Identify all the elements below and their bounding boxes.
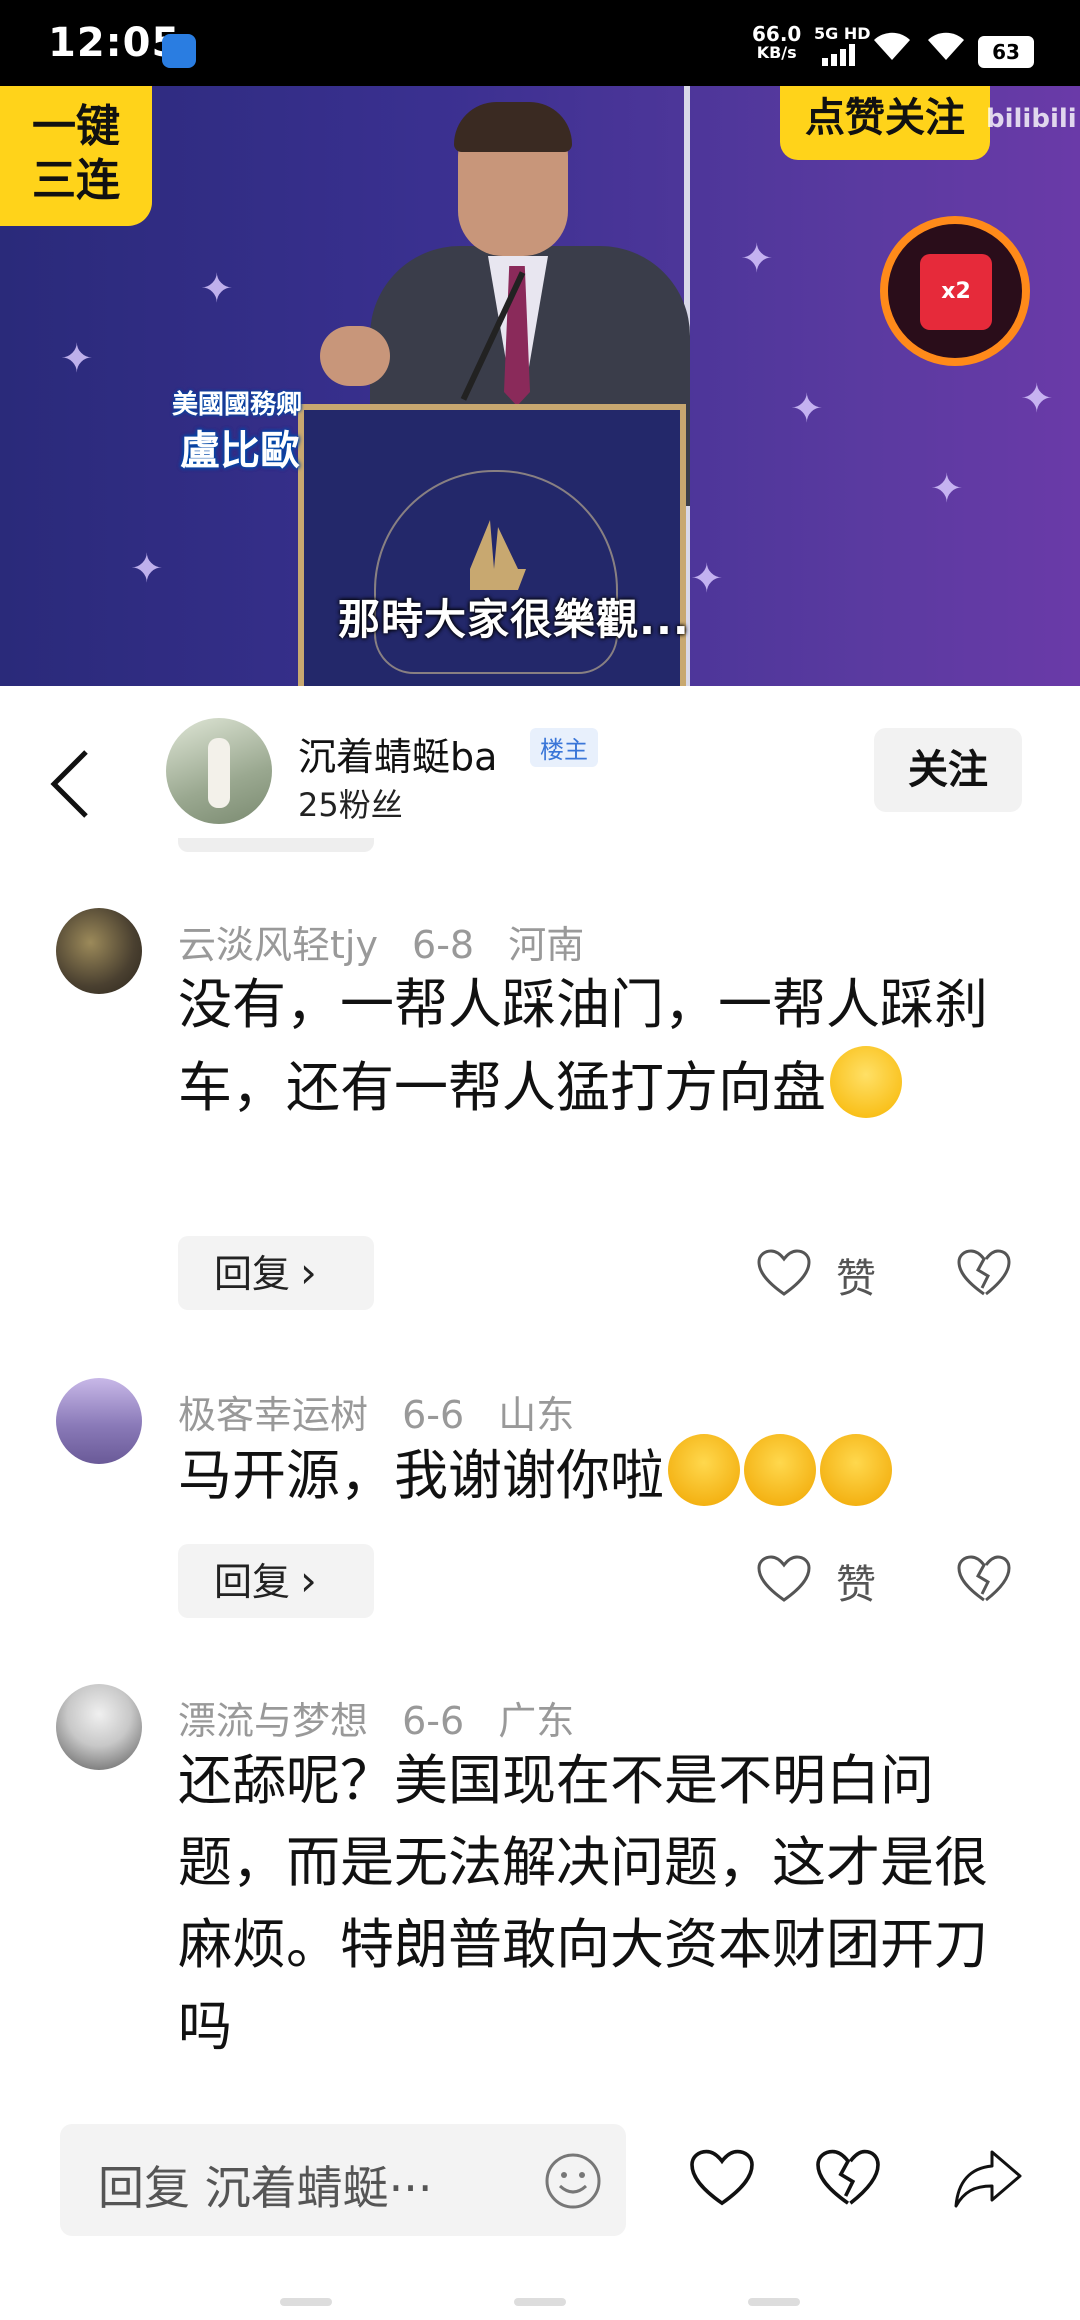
commenter-avatar[interactable] <box>56 1684 142 1770</box>
nav-hint <box>748 2298 800 2306</box>
crying-emoji-icon <box>668 1434 740 1506</box>
status-bar: 12:05 66.0 KB/s 5G HD 63 <box>0 0 1080 86</box>
commenter-avatar[interactable] <box>56 1378 142 1464</box>
network-speed-value: 66.0 <box>752 22 802 46</box>
wifi-icon <box>874 32 910 60</box>
grin-emoji-icon <box>830 1046 902 1118</box>
emoji-picker-icon[interactable] <box>544 2152 602 2210</box>
bilibili-watermark: bilibili <box>986 104 1077 134</box>
comment-panel: 沉着蜻蜓ba 楼主 25粉丝 关注 云淡风轻tjy 6-8 河南 没有，一帮人踩… <box>0 688 1080 2320</box>
sparkle-decoration: ✦ <box>130 546 164 592</box>
speaker-hair <box>454 102 572 152</box>
follow-button[interactable]: 关注 <box>874 728 1022 812</box>
commenter-name[interactable]: 漂流与梦想 <box>178 1699 368 1743</box>
comment-meta: 漂流与梦想 6-6 广东 <box>178 1690 574 1745</box>
red-packet-button[interactable]: x2 <box>880 216 1030 366</box>
comment-text: 马开源，我谢谢你啦 <box>178 1434 1018 1517</box>
scroll-edge <box>178 838 374 852</box>
like-heart-icon[interactable] <box>756 1248 812 1298</box>
network-speed: 66.0 KB/s <box>752 24 801 62</box>
sparkle-decoration: ✦ <box>790 386 824 432</box>
crying-emoji-icon <box>744 1434 816 1506</box>
nav-hint <box>280 2298 332 2306</box>
status-time: 12:05 <box>48 20 181 66</box>
comment-date: 6-6 <box>402 1699 465 1743</box>
network-type: 5G HD <box>814 24 871 43</box>
gesture-nav-bar <box>0 2290 1080 2320</box>
dislike-broken-heart-icon[interactable] <box>814 2148 882 2208</box>
comment-date: 6-6 <box>402 1393 465 1437</box>
commenter-name[interactable]: 极客幸运树 <box>178 1393 368 1437</box>
sparkle-decoration: ✦ <box>200 266 234 312</box>
like-label[interactable]: 赞 <box>836 1552 876 1610</box>
comment-meta: 极客幸运树 6-6 山东 <box>178 1384 574 1439</box>
video-caption-title: 美國國務卿 <box>172 390 303 420</box>
reply-button[interactable]: 回复 <box>178 1236 374 1310</box>
comment-location: 河南 <box>508 923 585 967</box>
dislike-broken-heart-icon[interactable] <box>956 1554 1012 1604</box>
signal-icon <box>822 44 855 66</box>
video-player[interactable]: ✦ ✦ ✦ ✦ ✦ ✦ ✦ ✦ 一键 三连 点赞关注 bilibili x2 美… <box>0 86 1080 686</box>
triple-action-badge: 一键 三连 <box>0 86 152 226</box>
sparkle-decoration: ✦ <box>1020 376 1054 422</box>
comment-meta: 云淡风轻tjy 6-8 河南 <box>178 914 584 969</box>
crying-emoji-icon <box>820 1434 892 1506</box>
red-packet-icon: x2 <box>920 254 992 330</box>
author-fans-count: 25粉丝 <box>298 786 403 824</box>
video-caption-name: 盧比歐 <box>180 428 300 474</box>
network-speed-unit: KB/s <box>756 43 797 62</box>
nav-hint <box>514 2298 566 2306</box>
comment-item: 极客幸运树 6-6 山东 马开源，我谢谢你啦 回复 赞 <box>0 1378 1080 1658</box>
comment-item: 云淡风轻tjy 6-8 河南 没有，一帮人踩油门，一帮人踩刹车，还有一帮人猛打方… <box>0 908 1080 1348</box>
sparkle-decoration: ✦ <box>60 336 94 382</box>
video-subtitle: 那時大家很樂觀... <box>338 595 690 644</box>
like-label[interactable]: 赞 <box>836 1246 876 1304</box>
wifi-icon <box>928 32 964 60</box>
commenter-name[interactable]: 云淡风轻tjy <box>178 923 378 967</box>
back-arrow-icon[interactable] <box>48 748 92 820</box>
app-notification-icon <box>162 34 196 68</box>
reply-input-placeholder: 回复 沉着蜻蜓··· <box>98 2161 433 2215</box>
comment-text: 还舔呢？美国现在不是不明白问题，而是无法解决问题，这才是很麻烦。特朗普敢向大资本… <box>178 1749 988 2058</box>
reply-button[interactable]: 回复 <box>178 1544 374 1618</box>
dislike-broken-heart-icon[interactable] <box>956 1248 1012 1298</box>
op-badge: 楼主 <box>530 728 598 767</box>
sparkle-decoration: ✦ <box>740 236 774 282</box>
author-name[interactable]: 沉着蜻蜓ba <box>298 726 497 781</box>
comment-location: 山东 <box>498 1393 575 1437</box>
sparkle-decoration: ✦ <box>690 556 724 602</box>
battery-icon: 63 <box>978 36 1034 68</box>
comment-date: 6-8 <box>412 923 475 967</box>
commenter-avatar[interactable] <box>56 908 142 994</box>
comment-item: 漂流与梦想 6-6 广东 还舔呢？美国现在不是不明白问题，而是无法解决问题，这才… <box>0 1684 1080 2084</box>
like-heart-icon[interactable] <box>688 2148 756 2208</box>
comment-text: 没有，一帮人踩油门，一帮人踩刹车，还有一帮人猛打方向盘 <box>178 964 1018 1129</box>
sparkle-decoration: ✦ <box>930 466 964 512</box>
like-heart-icon[interactable] <box>756 1554 812 1604</box>
bottom-bar: 回复 沉着蜻蜓··· <box>0 2100 1080 2236</box>
comment-body: 马开源，我谢谢你啦 <box>178 1444 664 1507</box>
speaker-hand <box>320 326 390 386</box>
comment-location: 广东 <box>498 1699 575 1743</box>
share-arrow-icon[interactable] <box>952 2146 1024 2210</box>
author-avatar[interactable] <box>166 718 272 824</box>
like-follow-badge: 点赞关注 <box>780 86 990 160</box>
reply-input[interactable]: 回复 沉着蜻蜓··· <box>60 2124 626 2236</box>
